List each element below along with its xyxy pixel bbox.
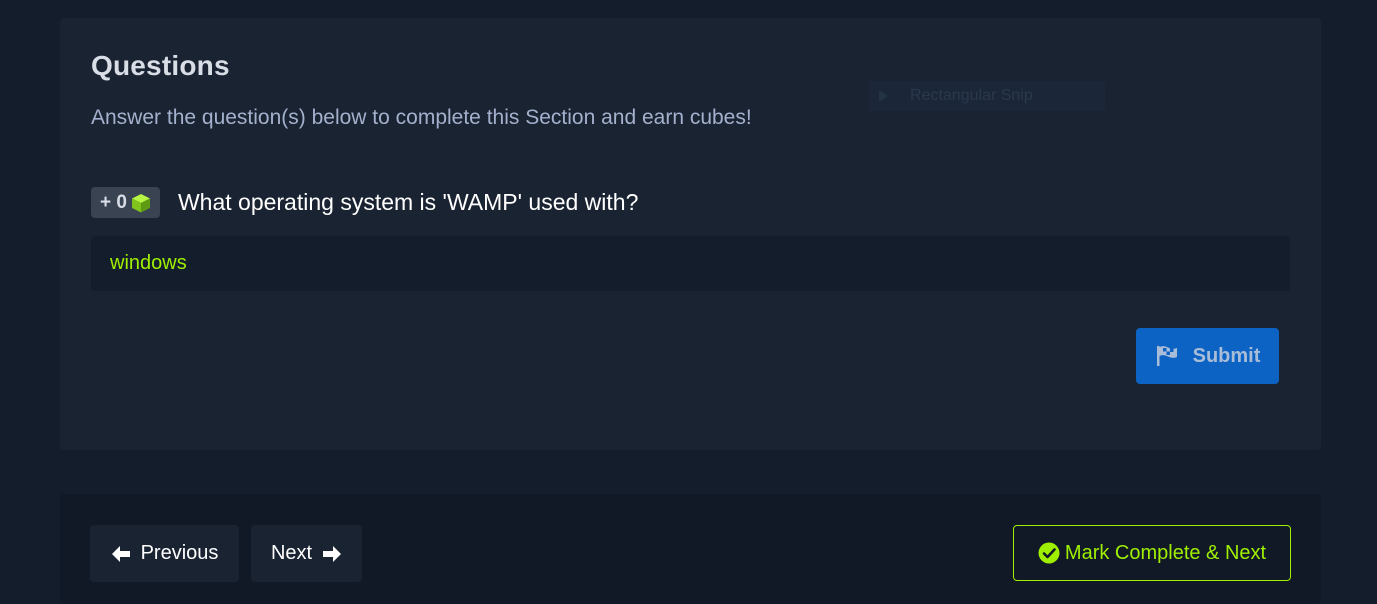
arrow-left-icon — [111, 545, 130, 562]
mark-complete-label: Mark Complete & Next — [1064, 541, 1267, 564]
previous-button[interactable]: Previous — [90, 525, 239, 582]
check-circle-icon — [1038, 542, 1060, 564]
questions-card: Questions Answer the question(s) below t… — [60, 18, 1321, 450]
question-row: + 0 What operating system is 'WAMP' used… — [91, 187, 638, 218]
answer-input[interactable]: windows — [91, 236, 1290, 291]
submit-label: Submit — [1192, 344, 1261, 367]
submit-button[interactable]: Submit — [1136, 328, 1279, 384]
question-text: What operating system is 'WAMP' used wit… — [177, 189, 639, 215]
previous-label: Previous — [140, 542, 219, 564]
next-label: Next — [270, 542, 313, 564]
arrow-right-icon — [323, 545, 342, 562]
rectangular-snip-overlay: Rectangular Snip — [869, 81, 1105, 111]
play-icon — [879, 90, 888, 102]
section-navigation: Previous Next Mark Complete & Next — [60, 494, 1321, 604]
flag-icon — [1156, 346, 1177, 366]
snip-overlay-label: Rectangular Snip — [910, 87, 1033, 104]
next-button[interactable]: Next — [251, 525, 362, 582]
mark-complete-next-button[interactable]: Mark Complete & Next — [1013, 525, 1291, 581]
cube-reward-badge: + 0 — [91, 187, 160, 218]
section-subtitle: Answer the question(s) below to complete… — [91, 106, 752, 129]
cube-icon — [131, 193, 150, 212]
section-title: Questions — [91, 50, 230, 81]
cube-reward-count: + 0 — [100, 191, 127, 213]
